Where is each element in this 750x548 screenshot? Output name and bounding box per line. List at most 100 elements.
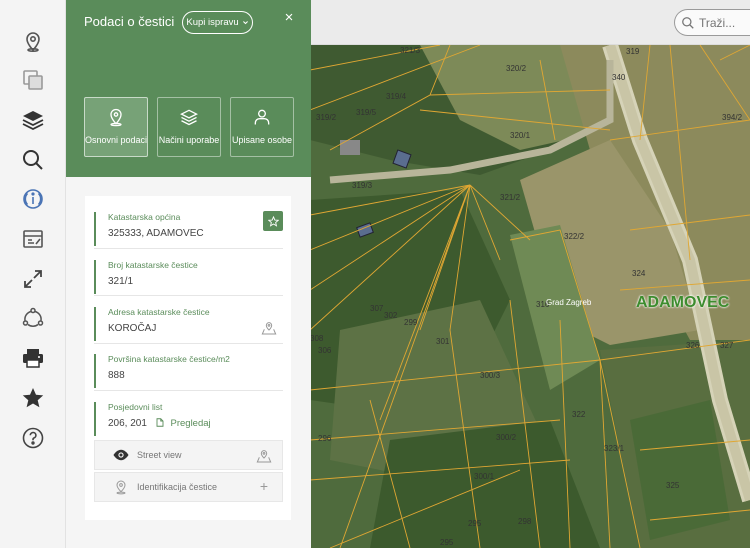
- tab-label: Načini uporabe: [158, 135, 220, 145]
- tab-registered-persons[interactable]: Upisane osobe: [230, 97, 294, 157]
- parcel-label: 300/2: [496, 433, 517, 442]
- search-icon: [682, 16, 694, 29]
- parcel-label: 300/3: [480, 371, 501, 380]
- parcel-label: 327: [720, 341, 734, 350]
- field-municipality: Katastarska općina 325333, ADAMOVEC: [94, 212, 283, 246]
- expand-icon[interactable]: [19, 265, 47, 293]
- parcel-label: 319/4: [386, 92, 407, 101]
- parcel-label: 394/2: [722, 113, 743, 122]
- tab-label: Osnovni podaci: [84, 135, 148, 145]
- parcel-label: 299: [404, 318, 418, 327]
- stacked-cards-icon[interactable]: [19, 66, 47, 94]
- field-label: Adresa katastarske čestice: [108, 307, 210, 317]
- city-label: Grad Zagreb: [546, 298, 592, 307]
- parcel-label: 295: [440, 538, 454, 547]
- field-label: Katastarska općina: [108, 212, 181, 222]
- field-label: Posjedovni list: [108, 402, 163, 412]
- panel-title: Podaci o čestici: [84, 14, 175, 29]
- divider: [94, 295, 283, 296]
- street-view-button[interactable]: Street view: [94, 440, 283, 470]
- field-value: 888: [108, 370, 125, 381]
- parcel-label: 319: [626, 47, 640, 56]
- map-pin-icon: [256, 450, 272, 463]
- map-canvas: [310, 42, 750, 548]
- parcel-label: 340: [612, 73, 626, 82]
- map-top-bar: [310, 0, 750, 45]
- identify-parcel-button[interactable]: Identifikacija čestice +: [94, 472, 283, 502]
- parcel-details-card: Katastarska općina 325333, ADAMOVEC Broj…: [85, 196, 291, 520]
- action-label: Identifikacija čestice: [137, 482, 218, 492]
- field-area: Površina katastarske čestice/m2 888: [94, 354, 283, 388]
- field-parcel-number: Broj katastarske čestice 321/1: [94, 260, 283, 294]
- parcel-label: 296: [318, 434, 332, 443]
- layers-icon: [180, 109, 198, 126]
- divider: [94, 390, 283, 391]
- parcel-label: 322: [572, 410, 586, 419]
- parcel-label: 320/1: [510, 131, 531, 140]
- panel-header: Podaci o čestici Kupi ispravu × Osnovni …: [66, 0, 311, 177]
- map-pin-icon[interactable]: [261, 320, 277, 336]
- parcel-label: 308: [310, 334, 324, 343]
- field-value: 321/1: [108, 276, 134, 287]
- parcel-label: 321/3: [400, 46, 421, 55]
- close-button[interactable]: ×: [282, 10, 296, 26]
- parcel-label: 306: [318, 346, 332, 355]
- parcel-label: 322/2: [564, 232, 585, 241]
- action-label: Street view: [137, 450, 182, 460]
- parcel-label: 325: [666, 481, 680, 490]
- parcel-label: 295: [468, 519, 482, 528]
- field-possession-sheet: Posjedovni list 206, 201 Pregledaj: [94, 402, 283, 436]
- field-label: Broj katastarske čestice: [108, 260, 198, 270]
- place-label: ADAMOVEC: [636, 294, 730, 311]
- location-pin-icon: [110, 108, 122, 127]
- eye-icon: [113, 449, 129, 461]
- parcel-label: 320/2: [506, 64, 527, 73]
- search-icon[interactable]: [19, 146, 47, 174]
- parcel-label: 319/5: [356, 108, 377, 117]
- divider: [94, 248, 283, 249]
- search-input[interactable]: [699, 15, 745, 30]
- field-value: 325333, ADAMOVEC: [108, 228, 204, 239]
- location-pin-icon: [116, 480, 126, 495]
- field-value: 206, 201: [108, 418, 147, 429]
- field-value: KOROČAJ: [108, 323, 157, 334]
- person-icon: [254, 109, 270, 125]
- location-pin-icon[interactable]: [19, 27, 47, 55]
- parcel-label: 298: [518, 517, 532, 526]
- help-icon[interactable]: [19, 424, 47, 452]
- parcel-label: 319/2: [316, 113, 337, 122]
- info-icon[interactable]: [19, 185, 47, 213]
- star-icon: [267, 215, 279, 227]
- parcel-label: 300/1: [474, 472, 495, 481]
- document-icon: [156, 418, 164, 427]
- parcel-label: 326: [686, 341, 700, 350]
- tab-usage-types[interactable]: Načini uporabe: [157, 97, 221, 157]
- view-possession-link[interactable]: Pregledaj: [171, 418, 211, 429]
- tab-label: Upisane osobe: [231, 135, 293, 145]
- parcel-label: 301: [436, 337, 450, 346]
- plus-icon: +: [259, 478, 268, 494]
- print-icon[interactable]: [19, 344, 47, 372]
- field-value-row: 206, 201 Pregledaj: [108, 418, 283, 429]
- field-label: Površina katastarske čestice/m2: [108, 354, 230, 364]
- parcel-label: 321/2: [500, 193, 521, 202]
- tab-basic-data[interactable]: Osnovni podaci: [84, 97, 148, 157]
- star-icon[interactable]: [19, 384, 47, 412]
- field-address: Adresa katastarske čestice KOROČAJ: [94, 307, 283, 341]
- parcel-label: 319/3: [352, 181, 373, 190]
- share-icon[interactable]: [19, 304, 47, 332]
- parcel-label: 324: [632, 269, 646, 278]
- chevron-down-icon: [242, 21, 248, 25]
- cadastral-map[interactable]: 321/3 319 320/2 319/4 319/2 319/5 320/1 …: [310, 0, 750, 548]
- measure-icon[interactable]: [19, 225, 47, 253]
- parcel-label: 307: [370, 304, 384, 313]
- search-box[interactable]: [674, 9, 750, 36]
- favorite-button[interactable]: [263, 211, 283, 231]
- left-toolbar: [0, 0, 66, 548]
- layers-icon[interactable]: [19, 106, 47, 134]
- buy-document-button[interactable]: Kupi ispravu: [182, 11, 253, 34]
- parcel-panel: Podaci o čestici Kupi ispravu × Osnovni …: [66, 0, 311, 548]
- parcel-label: 302: [384, 311, 398, 320]
- divider: [94, 343, 283, 344]
- buy-document-label: Kupi ispravu: [186, 17, 239, 28]
